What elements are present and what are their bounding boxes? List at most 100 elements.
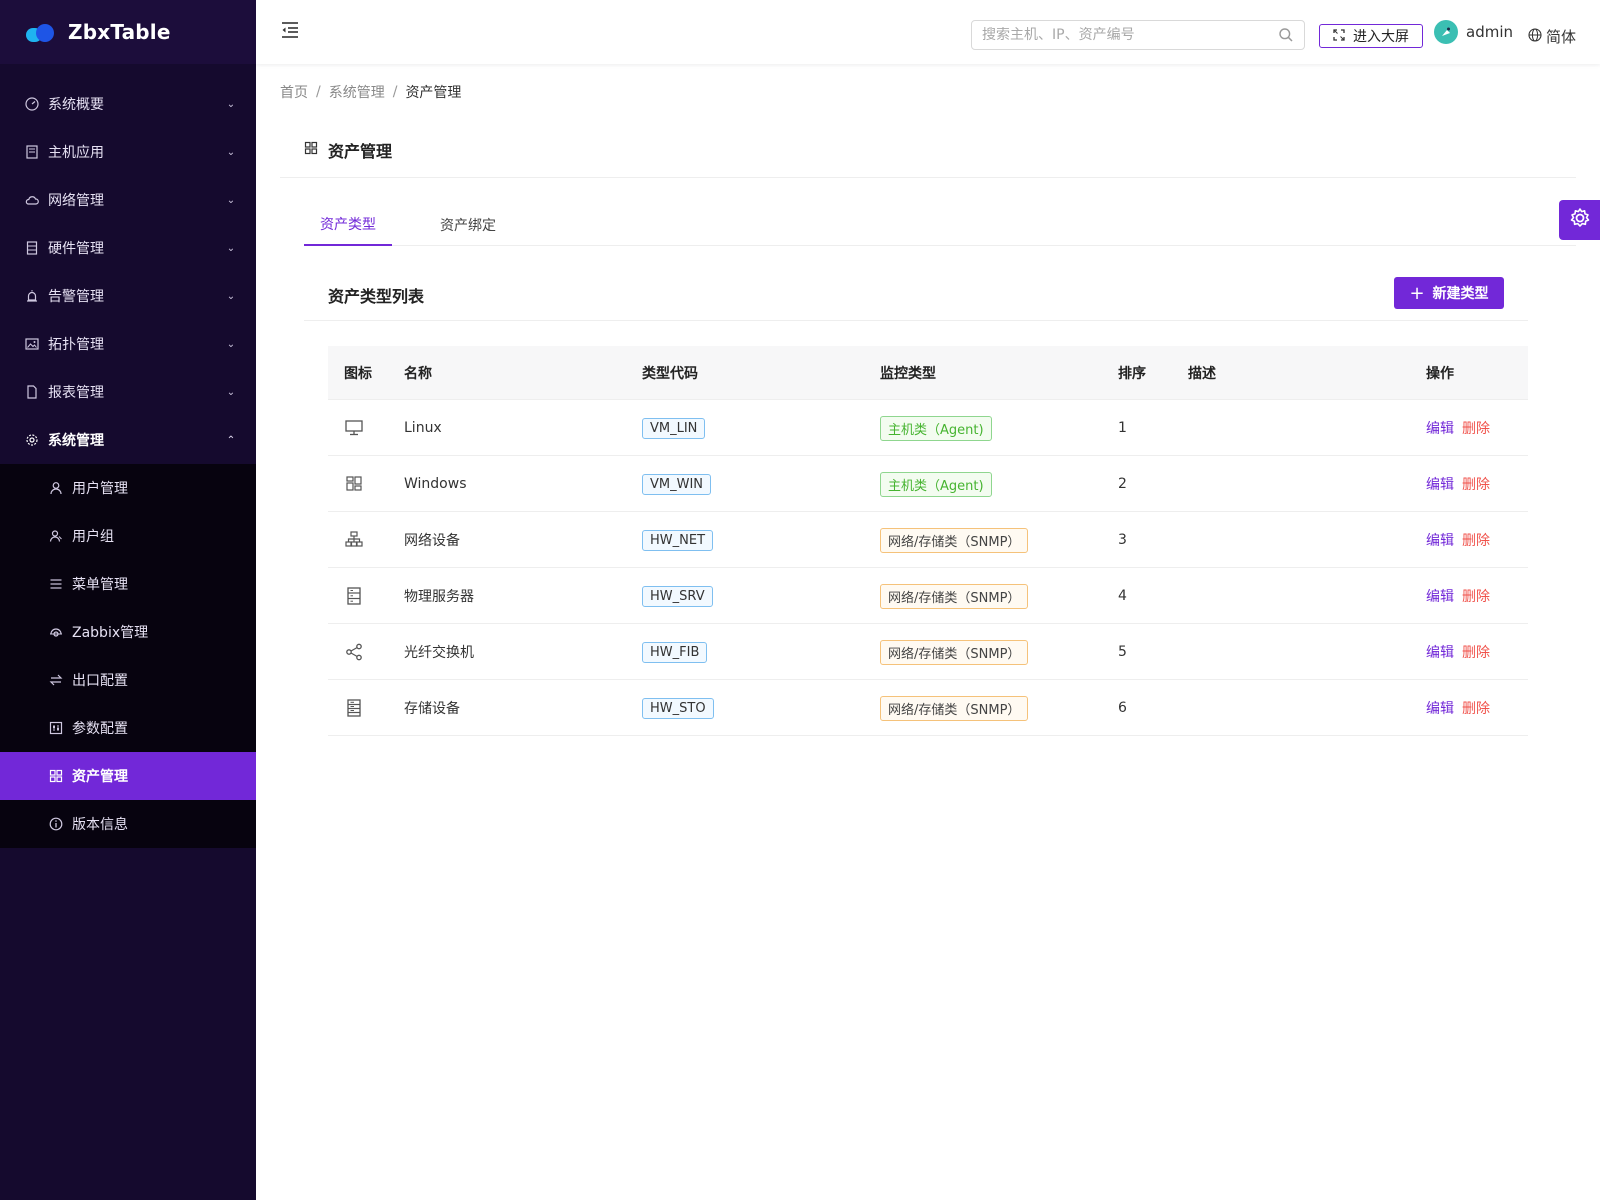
- row-monitor: 网络/存储类（SNMP）: [880, 512, 1029, 568]
- menu-fold-icon[interactable]: [280, 20, 300, 40]
- row-code: HW_NET: [642, 512, 714, 568]
- sidebar-item-host-app[interactable]: 主机应用 ⌄: [0, 128, 256, 176]
- chevron-down-icon: ⌄: [226, 290, 236, 302]
- chevron-down-icon: ⌄: [226, 146, 236, 158]
- sidebar-item-export[interactable]: 出口配置: [0, 656, 256, 704]
- tab-bar: 资产类型 资产绑定: [304, 204, 1576, 246]
- card-header: 资产类型列表 + 新建类型: [304, 269, 1528, 321]
- monitor-tag: 网络/存储类（SNMP）: [880, 639, 1029, 665]
- sidebar-item-assets[interactable]: 资产管理: [0, 752, 256, 800]
- tab-asset-binding[interactable]: 资产绑定: [424, 204, 512, 246]
- delete-button[interactable]: 删除: [1462, 698, 1490, 718]
- sidebar-item-system[interactable]: 系统管理 ⌃: [0, 416, 256, 464]
- username[interactable]: admin: [1466, 23, 1513, 41]
- breadcrumb-system[interactable]: 系统管理: [329, 82, 385, 102]
- edit-button[interactable]: 编辑: [1426, 530, 1454, 550]
- sidebar-item-label: 系统概要: [48, 97, 104, 113]
- delete-button[interactable]: 删除: [1462, 586, 1490, 606]
- desktop-icon: [344, 400, 364, 456]
- usergroup-icon: [48, 528, 64, 544]
- sidebar-item-network[interactable]: 网络管理 ⌄: [0, 176, 256, 224]
- card-title: 资产类型列表: [328, 287, 425, 306]
- table-row: 网络设备 HW_NET 网络/存储类（SNMP） 3 编辑 删除: [328, 512, 1528, 568]
- edit-button[interactable]: 编辑: [1426, 642, 1454, 662]
- column-header-code: 类型代码: [642, 366, 698, 382]
- system-submenu: 用户管理 用户组 菜单管理 Zabbix管理 出口配置 参数配置 资产管理 版本…: [0, 464, 256, 848]
- sidebar-item-label: 菜单管理: [72, 577, 128, 593]
- row-actions: 编辑 删除: [1426, 680, 1490, 736]
- sidebar-item-menu[interactable]: 菜单管理: [0, 560, 256, 608]
- breadcrumb-home[interactable]: 首页: [280, 82, 308, 102]
- table-header: 图标 名称 类型代码 监控类型 排序 描述 操作: [328, 346, 1528, 400]
- breadcrumb-current: 资产管理: [405, 85, 462, 101]
- sidebar-menu: 系统概要 ⌄ 主机应用 ⌄ 网络管理 ⌄ 硬件管理 ⌄ 告警管理 ⌄ 拓扑管理 …: [0, 64, 256, 848]
- sidebar-item-label: 报表管理: [48, 385, 104, 401]
- sidebar-item-params[interactable]: 参数配置: [0, 704, 256, 752]
- logo-icon: [26, 22, 54, 42]
- row-order: 3: [1118, 532, 1127, 548]
- tab-asset-types[interactable]: 资产类型: [304, 204, 392, 246]
- sidebar-item-hardware[interactable]: 硬件管理 ⌄: [0, 224, 256, 272]
- menu-icon: [48, 576, 64, 592]
- table-row: 存储设备 HW_STO 网络/存储类（SNMP） 6 编辑 删除: [328, 680, 1528, 736]
- search-icon[interactable]: [1278, 27, 1294, 43]
- row-monitor: 网络/存储类（SNMP）: [880, 568, 1029, 624]
- global-search: [971, 20, 1305, 50]
- sidebar-item-report[interactable]: 报表管理 ⌄: [0, 368, 256, 416]
- row-code: HW_FIB: [642, 624, 708, 680]
- row-name: Windows: [404, 476, 467, 492]
- sidebar-item-users[interactable]: 用户管理: [0, 464, 256, 512]
- sidebar-item-overview[interactable]: 系统概要 ⌄: [0, 80, 256, 128]
- sidebar-item-label: 参数配置: [72, 721, 128, 737]
- appstore-icon: [48, 768, 64, 784]
- chevron-down-icon: ⌄: [226, 194, 236, 206]
- sidebar-item-label: Zabbix管理: [72, 625, 149, 641]
- enter-bigscreen-button[interactable]: 进入大屏: [1319, 24, 1423, 48]
- breadcrumb: 首页 / 系统管理 / 资产管理: [280, 82, 461, 102]
- chevron-down-icon: ⌄: [226, 386, 236, 398]
- alarm-icon: [24, 288, 40, 304]
- delete-button[interactable]: 删除: [1462, 474, 1490, 494]
- edit-button[interactable]: 编辑: [1426, 474, 1454, 494]
- sidebar-item-usergroup[interactable]: 用户组: [0, 512, 256, 560]
- row-actions: 编辑 删除: [1426, 456, 1490, 512]
- row-actions: 编辑 删除: [1426, 400, 1490, 456]
- row-actions: 编辑 删除: [1426, 512, 1490, 568]
- row-name: 网络设备: [404, 533, 460, 549]
- top-header: 进入大屏 admin 简体: [256, 0, 1600, 64]
- chevron-down-icon: ⌄: [226, 338, 236, 350]
- main-content: 首页 / 系统管理 / 资产管理 资产管理 资产类型 资产绑定 资产类型列表 +…: [256, 64, 1600, 1200]
- table-row: 物理服务器 HW_SRV 网络/存储类（SNMP） 4 编辑 删除: [328, 568, 1528, 624]
- logo[interactable]: ZbxTable: [0, 0, 256, 64]
- delete-button[interactable]: 删除: [1462, 642, 1490, 662]
- sidebar-item-label: 主机应用: [48, 145, 104, 161]
- delete-button[interactable]: 删除: [1462, 530, 1490, 550]
- code-tag: HW_SRV: [642, 585, 713, 607]
- language-label: 简体: [1546, 28, 1577, 46]
- edit-button[interactable]: 编辑: [1426, 698, 1454, 718]
- monitor-tag: 主机类（Agent): [880, 471, 992, 497]
- row-monitor: 网络/存储类（SNMP）: [880, 680, 1029, 736]
- sidebar-item-zabbix[interactable]: Zabbix管理: [0, 608, 256, 656]
- row-name: 物理服务器: [404, 589, 474, 605]
- avatar[interactable]: [1434, 20, 1458, 44]
- new-type-button[interactable]: + 新建类型: [1394, 277, 1504, 309]
- sidebar-item-version[interactable]: 版本信息: [0, 800, 256, 848]
- edit-button[interactable]: 编辑: [1426, 586, 1454, 606]
- api-icon: [48, 624, 64, 640]
- fullscreen-icon: [1333, 28, 1345, 44]
- sidebar-item-topology[interactable]: 拓扑管理 ⌄: [0, 320, 256, 368]
- column-header-desc: 描述: [1188, 366, 1216, 382]
- row-monitor: 网络/存储类（SNMP）: [880, 624, 1029, 680]
- row-order: 1: [1118, 420, 1127, 436]
- code-tag: VM_WIN: [642, 473, 712, 495]
- search-input[interactable]: [982, 27, 1278, 43]
- column-header-name: 名称: [404, 366, 432, 382]
- edit-button[interactable]: 编辑: [1426, 418, 1454, 438]
- file-icon: [24, 384, 40, 400]
- sidebar-item-label: 用户组: [72, 529, 114, 545]
- row-code: HW_SRV: [642, 568, 713, 624]
- sidebar-item-alarm[interactable]: 告警管理 ⌄: [0, 272, 256, 320]
- language-switch[interactable]: 简体: [1528, 26, 1576, 47]
- delete-button[interactable]: 删除: [1462, 418, 1490, 438]
